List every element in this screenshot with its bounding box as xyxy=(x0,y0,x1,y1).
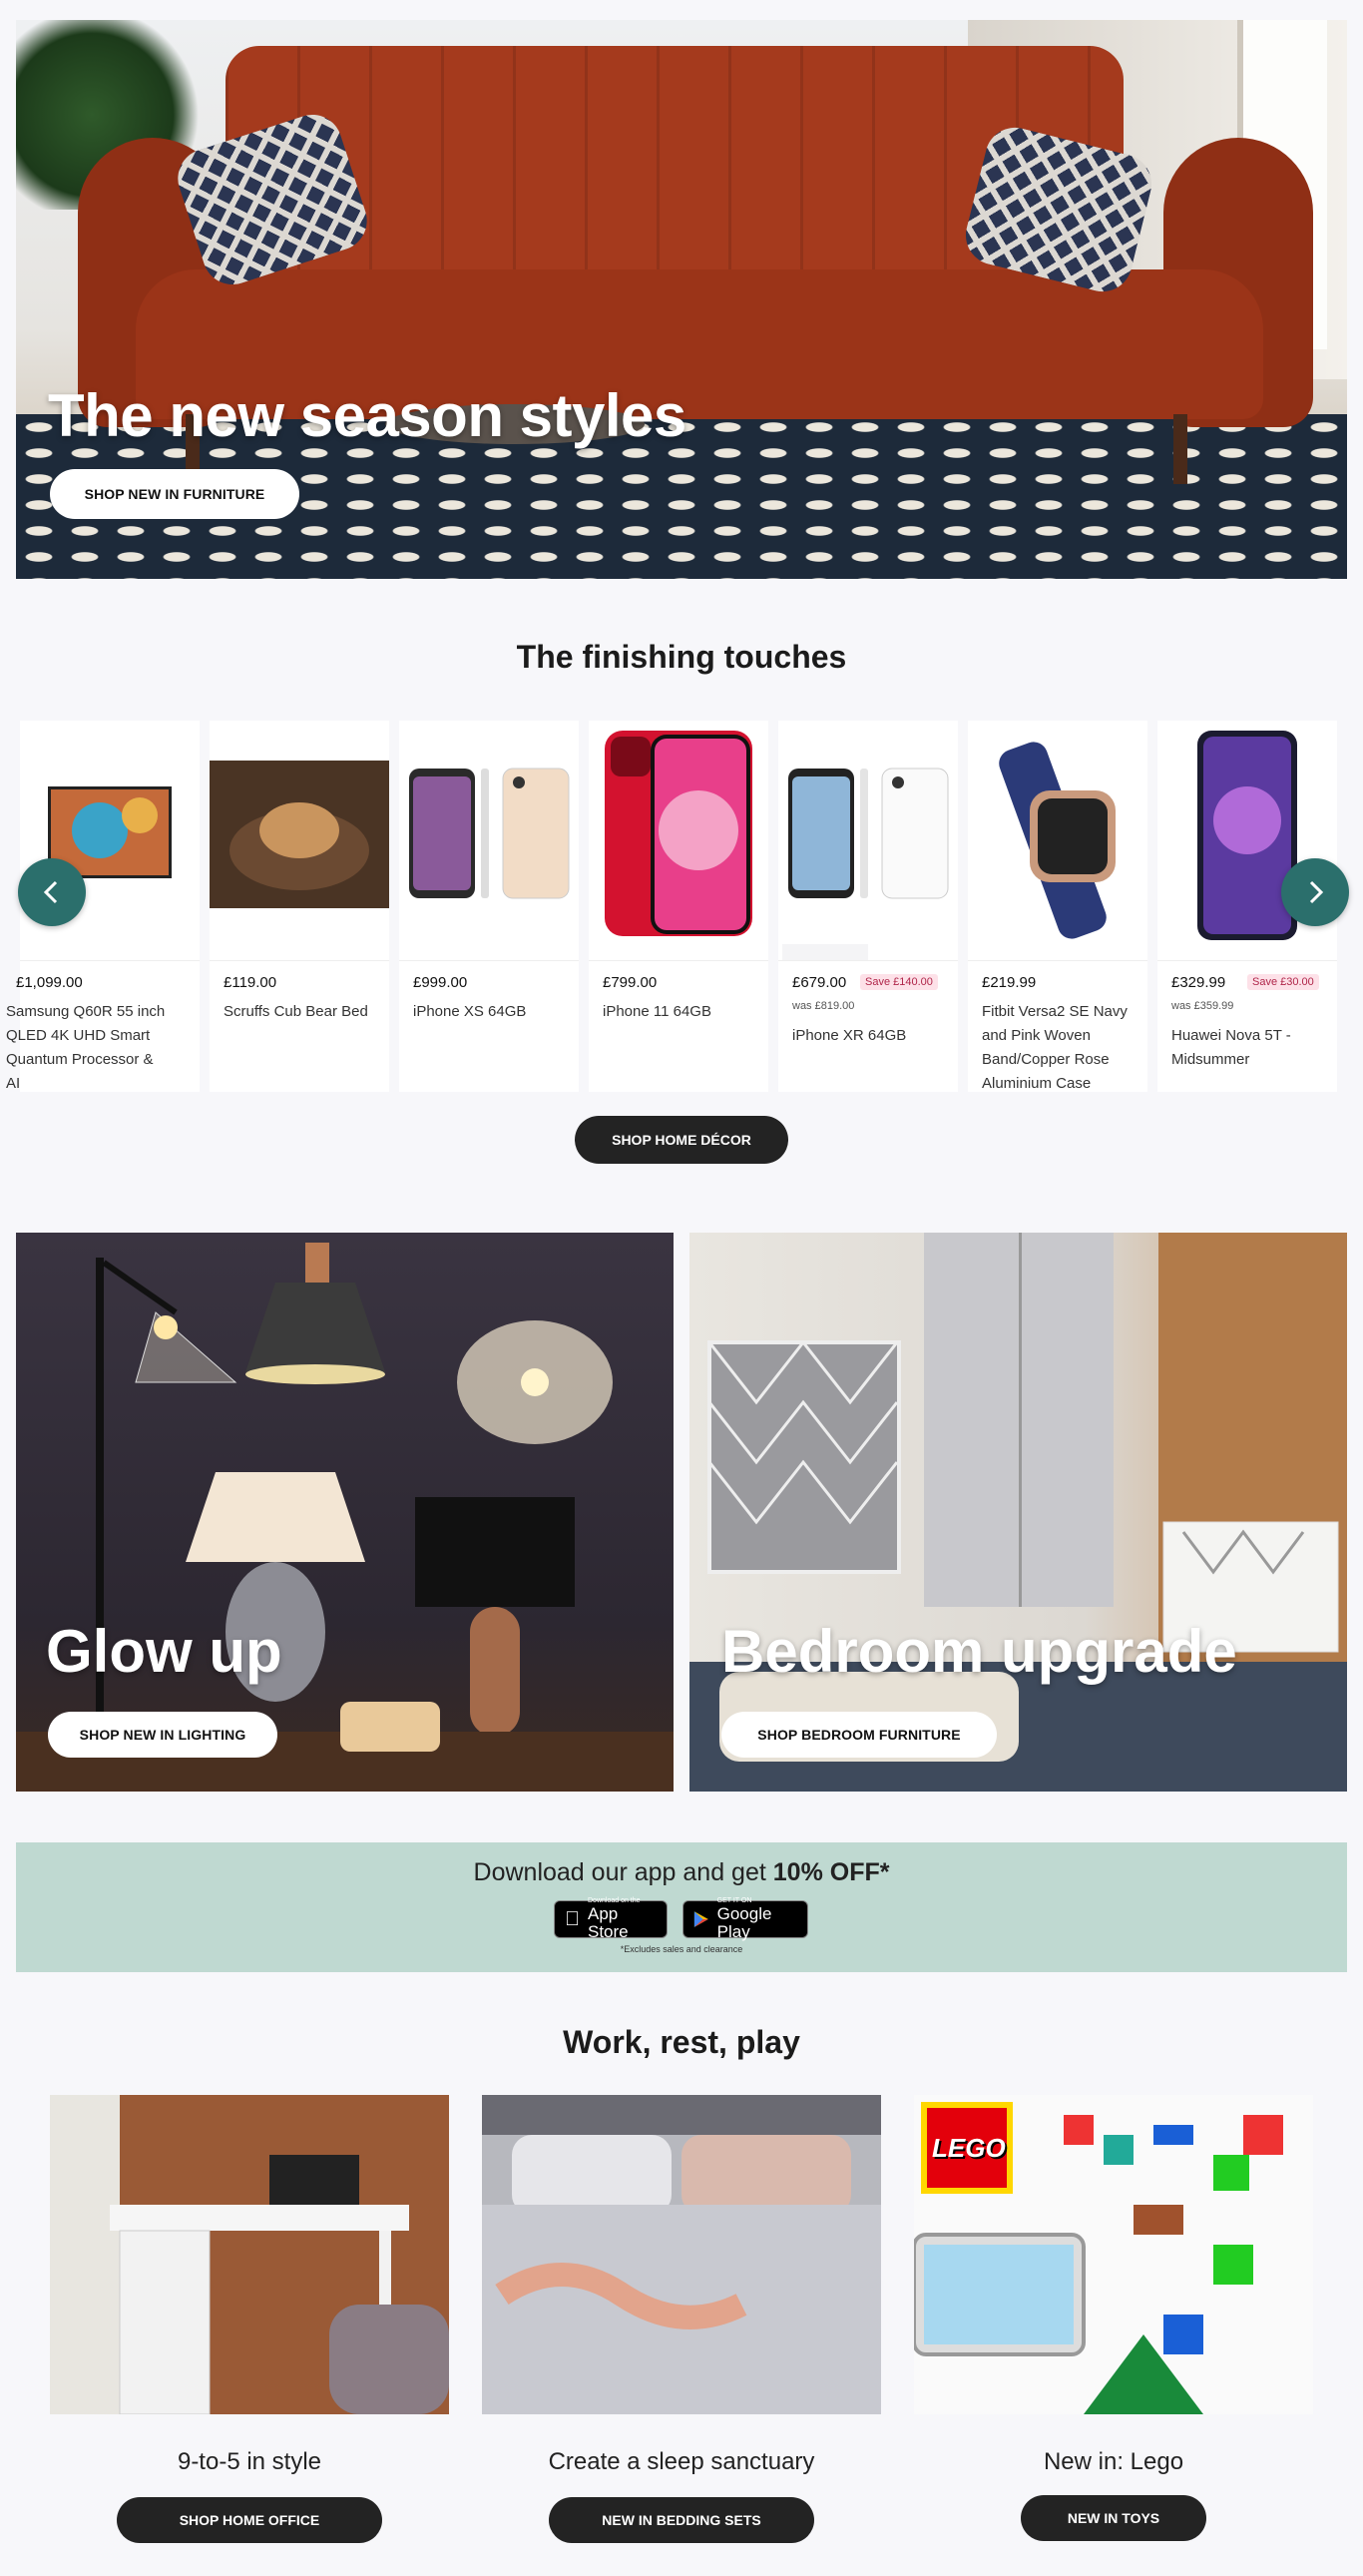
homepage: The new season styles SHOP NEW IN FURNIT… xyxy=(0,0,1363,2576)
product-card[interactable]: £679.00 Save £140.00 was £819.00 iPhone … xyxy=(778,721,958,1092)
product-image xyxy=(589,721,768,960)
product-name[interactable]: iPhone 11 64GB xyxy=(603,1000,762,1024)
hero-heading: The new season styles xyxy=(48,382,686,449)
lego-image[interactable]: LEGO xyxy=(914,2095,1313,2414)
shop-home-office-button[interactable]: SHOP HOME OFFICE xyxy=(117,2497,382,2543)
bedding-image[interactable] xyxy=(482,2095,881,2414)
shop-home-decor-button[interactable]: SHOP HOME DÉCOR xyxy=(575,1116,788,1164)
app-download-banner: Download our app and get 10% OFF*  Down… xyxy=(16,1842,1347,1972)
apple-icon:  xyxy=(565,1908,580,1931)
bedroom-image xyxy=(689,1233,1347,1792)
product-image xyxy=(399,721,579,960)
product-name[interactable]: Huawei Nova 5T - Midsummer xyxy=(1171,1024,1331,1072)
bedroom-promo-tile[interactable]: Bedroom upgrade SHOP BEDROOM FURNITURE xyxy=(689,1233,1347,1792)
shop-bedroom-furniture-button[interactable]: SHOP BEDROOM FURNITURE xyxy=(721,1712,997,1758)
home-office-caption: 9-to-5 in style xyxy=(177,2448,322,2475)
product-card[interactable]: £119.00 Scruffs Cub Bear Bed xyxy=(210,721,389,1092)
product-card[interactable]: £999.00 iPhone XS 64GB xyxy=(399,721,579,1092)
app-banner-text: Download our app and get xyxy=(473,1858,773,1886)
product-image xyxy=(210,721,389,960)
work-rest-play-title: Work, rest, play xyxy=(563,2024,800,2060)
product-price: £329.99 xyxy=(1171,974,1226,991)
new-in-toys-button[interactable]: NEW IN TOYS xyxy=(1021,2495,1206,2541)
lego-logo: LEGO xyxy=(932,2133,1006,2163)
shop-new-in-furniture-button[interactable]: SHOP NEW IN FURNITURE xyxy=(50,469,299,519)
product-name[interactable]: Samsung Q60R 55 inch QLED 4K UHD Smart Q… xyxy=(6,1000,166,1092)
app-store-button[interactable]:  Download on theApp Store xyxy=(554,1897,668,1941)
lighting-promo-tile[interactable]: Glow up SHOP NEW IN LIGHTING xyxy=(16,1233,674,1792)
product-image xyxy=(778,721,958,984)
product-price: £999.00 xyxy=(413,974,468,991)
product-name[interactable]: iPhone XS 64GB xyxy=(413,1000,573,1024)
chevron-right-icon xyxy=(1309,880,1324,904)
lego-caption: New in: Lego xyxy=(1043,2448,1184,2475)
product-price: £679.00 xyxy=(792,974,847,991)
carousel-next-button[interactable] xyxy=(1281,858,1349,926)
product-name[interactable]: Scruffs Cub Bear Bed xyxy=(224,1000,383,1024)
product-price: £119.00 xyxy=(224,974,277,991)
app-discount-text: 10% OFF* xyxy=(772,1858,890,1886)
carousel-prev-button[interactable] xyxy=(18,858,86,926)
finishing-touches-title: The finishing touches xyxy=(516,639,847,675)
bedding-caption: Create a sleep sanctuary xyxy=(548,2448,815,2475)
product-carousel[interactable]: £1,099.00 Samsung Q60R 55 inch QLED 4K U… xyxy=(0,721,1363,1092)
lighting-image xyxy=(16,1243,674,1792)
product-price: £219.99 xyxy=(982,974,1037,991)
product-price: £799.00 xyxy=(603,974,658,991)
product-name[interactable]: Fitbit Versa2 SE Navy and Pink Woven Ban… xyxy=(982,1000,1141,1092)
bedroom-upgrade-heading: Bedroom upgrade xyxy=(721,1618,1237,1685)
product-image xyxy=(968,721,1147,960)
hero-banner[interactable]: The new season styles SHOP NEW IN FURNIT… xyxy=(16,20,1347,579)
shop-new-in-lighting-button[interactable]: SHOP NEW IN LIGHTING xyxy=(48,1712,277,1758)
home-office-image[interactable] xyxy=(50,2095,449,2414)
google-play-button[interactable]: GET IT ON Google Play xyxy=(682,1897,808,1941)
save-badge: Save £140.00 xyxy=(860,974,938,990)
was-price: was £819.00 xyxy=(792,1000,855,1012)
app-disclaimer: *Excludes sales and clearance xyxy=(620,1944,743,1954)
save-badge: Save £30.00 xyxy=(1247,974,1319,990)
glow-up-heading: Glow up xyxy=(46,1618,282,1685)
product-card[interactable]: £219.99 Fitbit Versa2 SE Navy and Pink W… xyxy=(968,721,1147,1092)
product-price: £1,099.00 xyxy=(16,974,83,991)
product-name[interactable]: iPhone XR 64GB xyxy=(792,1024,952,1048)
product-card[interactable]: £799.00 iPhone 11 64GB xyxy=(589,721,768,1092)
was-price: was £359.99 xyxy=(1171,1000,1234,1012)
chevron-left-icon xyxy=(43,880,58,904)
google-play-icon xyxy=(693,1911,708,1927)
new-in-bedding-sets-button[interactable]: NEW IN BEDDING SETS xyxy=(549,2497,814,2543)
